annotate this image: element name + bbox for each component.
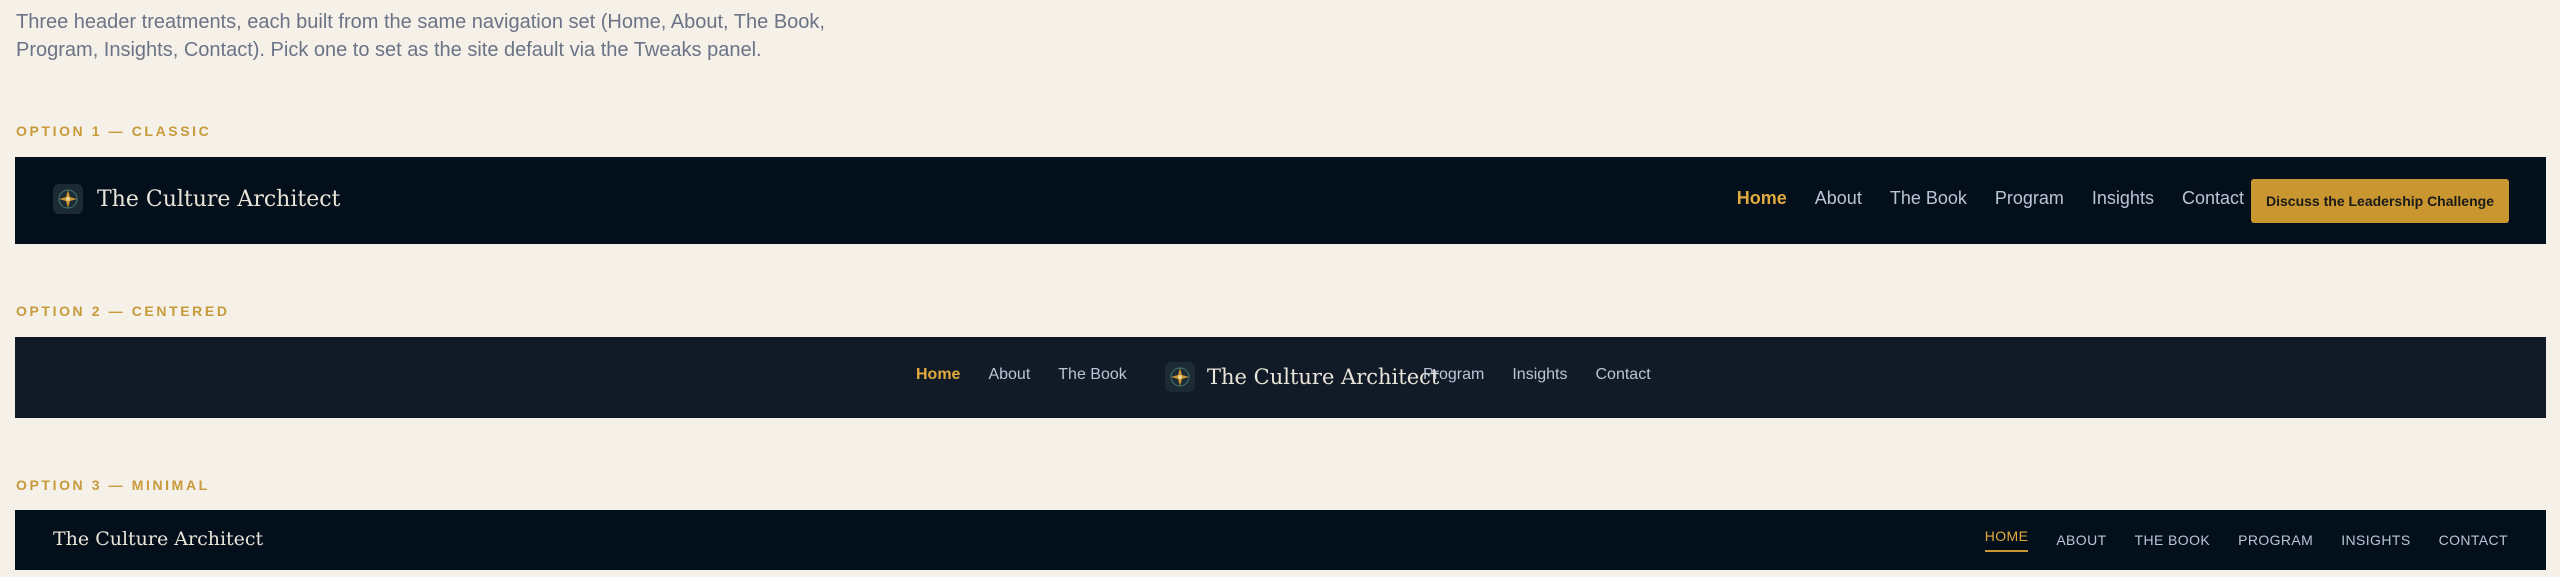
nav-about[interactable]: About (988, 366, 1030, 384)
option1-label: OPTION 1 — CLASSIC (16, 123, 212, 139)
nav-insights[interactable]: Insights (1512, 366, 1567, 384)
nav-home[interactable]: HOME (1984, 528, 2029, 552)
brand-name: The Culture Architect (1207, 365, 1440, 389)
compass-star-icon (1165, 362, 1195, 392)
brand-logo-link[interactable]: The Culture Architect (1165, 362, 1439, 392)
main-nav: Home About The Book Program Insights Con… (1709, 188, 2244, 209)
nav-insights[interactable]: INSIGHTS (2341, 532, 2410, 548)
main-nav: HOME ABOUT THE BOOK PROGRAM INSIGHTS CON… (1957, 528, 2508, 552)
nav-program[interactable]: Program (1423, 366, 1484, 384)
nav-the-book[interactable]: THE BOOK (2135, 532, 2211, 548)
option2-label: OPTION 2 — CENTERED (16, 303, 230, 319)
nav-the-book[interactable]: The Book (1890, 188, 1967, 209)
nav-contact[interactable]: Contact (1596, 366, 1651, 384)
nav-program[interactable]: PROGRAM (2238, 532, 2313, 548)
nav-home[interactable]: Home (1737, 188, 1787, 209)
compass-star-icon (53, 184, 83, 214)
nav-contact[interactable]: Contact (2182, 188, 2244, 209)
cta-button[interactable]: Discuss the Leadership Challenge (2251, 179, 2509, 223)
intro-text: Three header treatments, each built from… (16, 11, 825, 61)
header-centered: Home About The Book The Culture Architec… (15, 337, 2546, 418)
brand-logo-link[interactable]: The Culture Architect (53, 184, 340, 214)
nav-insights[interactable]: Insights (2092, 188, 2154, 209)
nav-contact[interactable]: CONTACT (2439, 532, 2508, 548)
option3-label: OPTION 3 — MINIMAL (16, 477, 210, 493)
nav-right: Program Insights Contact (1423, 366, 1679, 384)
brand-name: The Culture Architect (53, 528, 264, 550)
header-classic: The Culture Architect Home About The Boo… (15, 157, 2546, 244)
nav-program[interactable]: Program (1995, 188, 2064, 209)
nav-the-book[interactable]: The Book (1058, 366, 1126, 384)
nav-home[interactable]: Home (916, 366, 960, 384)
nav-about[interactable]: ABOUT (2056, 532, 2106, 548)
brand-logo-link[interactable]: The Culture Architect (53, 528, 263, 550)
brand-name: The Culture Architect (97, 186, 341, 212)
header-minimal: The Culture Architect HOME ABOUT THE BOO… (15, 510, 2546, 570)
nav-left: Home About The Book (916, 366, 1155, 384)
nav-about[interactable]: About (1815, 188, 1862, 209)
